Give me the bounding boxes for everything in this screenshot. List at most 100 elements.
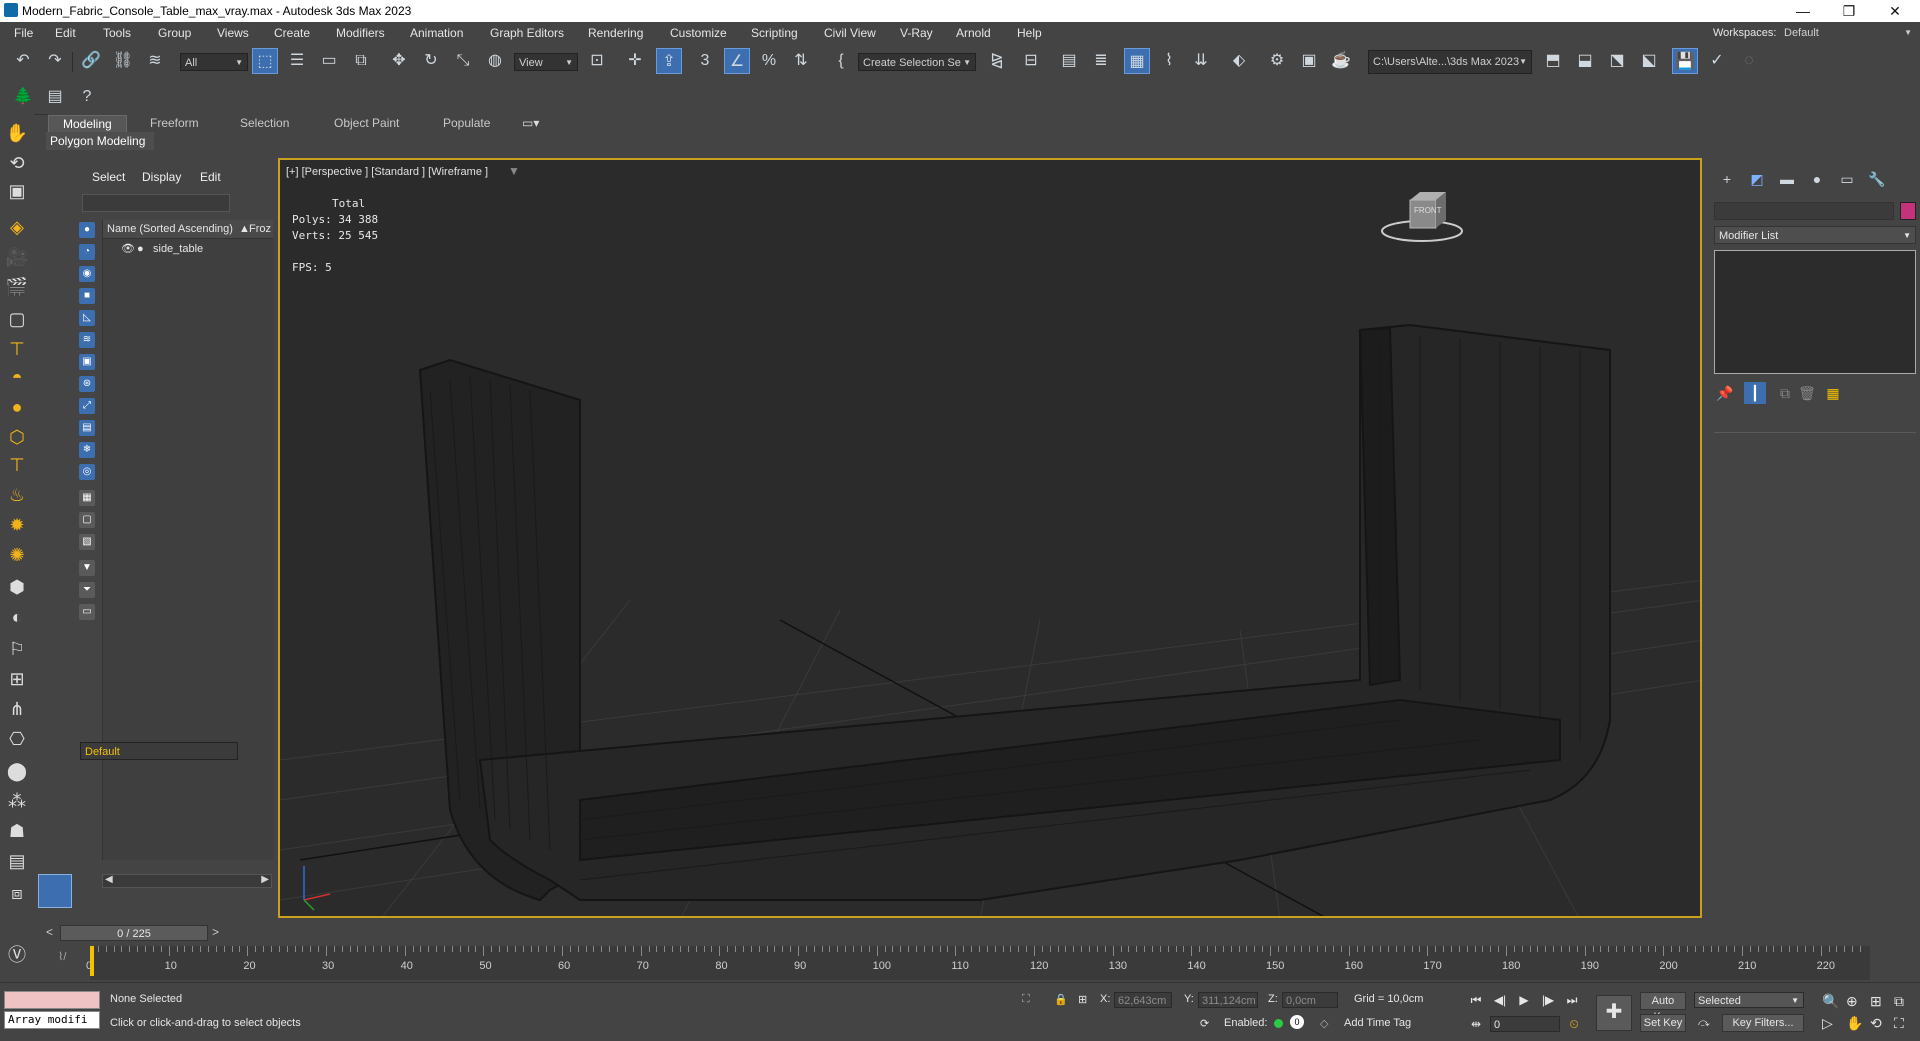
menu-rendering[interactable]: Rendering: [588, 26, 643, 40]
toggle-layer-explorer-icon[interactable]: ≣: [1088, 48, 1114, 74]
ribbon-options-icon[interactable]: ▭▾: [522, 116, 539, 130]
adaptive-degradation-icon[interactable]: ⟳: [1200, 1017, 1209, 1030]
go-to-start-icon[interactable]: ⏮: [1466, 991, 1486, 1009]
save-icon[interactable]: 💾: [1672, 48, 1698, 74]
sync-icon[interactable]: ◌: [1736, 48, 1762, 74]
absolute-mode-icon[interactable]: ⊞: [1078, 993, 1087, 1006]
filter-containers-icon[interactable]: ▤: [79, 420, 95, 436]
ribbon-panel-polygon-modeling[interactable]: Polygon Modeling: [46, 132, 154, 150]
filter-groups-icon[interactable]: ▣: [79, 354, 95, 370]
menu-graph-editors[interactable]: Graph Editors: [490, 26, 564, 40]
maxscript-output[interactable]: [4, 991, 100, 1009]
viewport-filter-icon[interactable]: ▼: [508, 164, 520, 178]
zoom-extents-all-icon[interactable]: ⧉: [1894, 993, 1904, 1010]
play-icon[interactable]: ▶: [1514, 991, 1534, 1009]
add-time-tag-button[interactable]: Add Time Tag: [1344, 1017, 1411, 1029]
filter-shapes-icon[interactable]: ◔: [79, 244, 95, 260]
render-production-icon[interactable]: ☕: [1328, 48, 1354, 74]
rendered-frame-window-icon[interactable]: ▣: [1296, 48, 1322, 74]
menu-arnold[interactable]: Arnold: [956, 26, 991, 40]
explorer-column-header[interactable]: Name (Sorted Ascending) ▲ Froz: [103, 220, 273, 239]
frame-icon[interactable]: ▢: [4, 306, 30, 332]
filter-visibility-icon[interactable]: ◎: [79, 464, 95, 480]
create-geometry-icon[interactable]: ◈: [4, 214, 30, 240]
menu-customize[interactable]: Customize: [670, 26, 727, 40]
zoom-all-icon[interactable]: ⊕: [1846, 993, 1858, 1010]
show-end-result-icon[interactable]: ┃: [1744, 382, 1766, 404]
align-icon[interactable]: ⊟: [1018, 48, 1044, 74]
modifier-list-dropdown[interactable]: Modifier List ▼: [1714, 226, 1916, 244]
mirror-icon[interactable]: ⧎: [984, 48, 1010, 74]
invert-display-icon[interactable]: ▧: [79, 534, 95, 550]
explorer-horizontal-scrollbar[interactable]: ◀ ▶: [102, 874, 272, 888]
zoom-extents-icon[interactable]: ⊞: [1870, 993, 1882, 1010]
menu-help[interactable]: Help: [1017, 26, 1042, 40]
menu-scripting[interactable]: Scripting: [751, 26, 798, 40]
redo-icon[interactable]: ↷: [42, 48, 68, 74]
filter-spacewarps-icon[interactable]: ≋: [79, 332, 95, 348]
open-project-icon[interactable]: ⬒: [1540, 48, 1566, 74]
filter-xrefs-icon[interactable]: ⊛: [79, 376, 95, 392]
menu-civil-view[interactable]: Civil View: [824, 26, 876, 40]
key-filters-button[interactable]: Key Filters...: [1722, 1014, 1804, 1032]
help-icon[interactable]: ?: [74, 84, 100, 110]
remove-modifier-icon[interactable]: 🗑: [1796, 382, 1818, 404]
render-setup-icon[interactable]: ⚙: [1264, 48, 1290, 74]
object-name-field[interactable]: [1714, 202, 1894, 220]
portal-light-icon[interactable]: ♨: [4, 482, 30, 508]
maximize-viewport-icon[interactable]: ⛶: [1894, 1015, 1904, 1032]
display-all-icon[interactable]: ▦: [79, 490, 95, 506]
previous-frame-icon[interactable]: ◀|: [1490, 991, 1510, 1009]
select-manipulate-icon[interactable]: ✛: [622, 48, 648, 74]
spotlight-icon[interactable]: ⊤: [4, 336, 30, 362]
toggle-scene-explorer-icon[interactable]: ▤: [1056, 48, 1082, 74]
menu-modifiers[interactable]: Modifiers: [336, 26, 385, 40]
set-keys-icon[interactable]: ✚: [1596, 995, 1632, 1031]
frame-buffer-icon[interactable]: ▤: [4, 848, 30, 874]
sky-light-icon[interactable]: ✺: [4, 542, 30, 568]
workspaces-dropdown[interactable]: Default ▼: [1780, 24, 1916, 42]
box-icon[interactable]: ▣: [4, 178, 30, 204]
scroll-left-icon[interactable]: ◀: [105, 874, 113, 885]
move-icon[interactable]: ✥: [386, 48, 412, 74]
snaps-toggle-icon[interactable]: 3: [692, 48, 718, 74]
default-in-out-tangent-icon[interactable]: ⤼: [1698, 1017, 1710, 1030]
track-bar[interactable]: 0102030405060708090100110120130140150160…: [86, 946, 1870, 980]
motion-tab-icon[interactable]: ●: [1806, 168, 1828, 190]
fur-icon[interactable]: ⋔: [4, 696, 30, 722]
rectangular-selection-icon[interactable]: ▭: [316, 48, 342, 74]
ribbon-tab-selection[interactable]: Selection: [226, 115, 303, 132]
zoom-icon[interactable]: 🔍: [1822, 993, 1839, 1010]
create-tab-icon[interactable]: +: [1716, 168, 1738, 190]
scroll-right-icon[interactable]: ▶: [261, 874, 269, 885]
display-tab-icon[interactable]: ▭: [1836, 168, 1858, 190]
time-tag-counter[interactable]: 0: [1290, 1015, 1304, 1029]
viewport-label-menu[interactable]: [+] [Perspective ] [Standard ] [Wirefram…: [286, 166, 488, 178]
filter-helpers-icon[interactable]: ◺: [79, 310, 95, 326]
scene-explorer-tree-icon[interactable]: 🌲: [10, 84, 36, 110]
menu-animation[interactable]: Animation: [410, 26, 463, 40]
modifier-stack[interactable]: [1714, 250, 1916, 374]
material-sphere-icon[interactable]: ⬤: [4, 758, 30, 784]
go-to-end-icon[interactable]: ⏭: [1562, 991, 1582, 1009]
cube-tool-icon[interactable]: ⬢: [4, 574, 30, 600]
close-button[interactable]: ✕: [1872, 0, 1918, 22]
modify-tab-icon[interactable]: ◩: [1746, 168, 1768, 190]
sphere-light-icon[interactable]: ●: [4, 394, 30, 420]
ribbon-tab-modeling[interactable]: Modeling: [48, 115, 127, 133]
percent-snap-icon[interactable]: %: [756, 48, 782, 74]
make-unique-icon[interactable]: ⧉: [1774, 382, 1796, 404]
video-camera-icon[interactable]: 🎬: [4, 274, 30, 300]
rotate-icon[interactable]: ↻: [418, 48, 444, 74]
current-frame-field[interactable]: 0: [1490, 1016, 1560, 1032]
next-frame-arrow-icon[interactable]: >: [212, 925, 219, 939]
edit-named-selection-icon[interactable]: {: [828, 48, 854, 74]
curve-editor-icon[interactable]: ⌇: [1156, 48, 1182, 74]
filter-cameras-icon[interactable]: ■: [79, 288, 95, 304]
explorer-search-input[interactable]: [82, 194, 230, 212]
time-configuration-icon[interactable]: ⏲: [1564, 1015, 1584, 1033]
select-and-link-icon[interactable]: 🔗: [78, 48, 104, 74]
check-icon[interactable]: ✓: [1704, 48, 1730, 74]
menu-vray[interactable]: V-Ray: [900, 26, 933, 40]
menu-file[interactable]: File: [14, 26, 33, 40]
